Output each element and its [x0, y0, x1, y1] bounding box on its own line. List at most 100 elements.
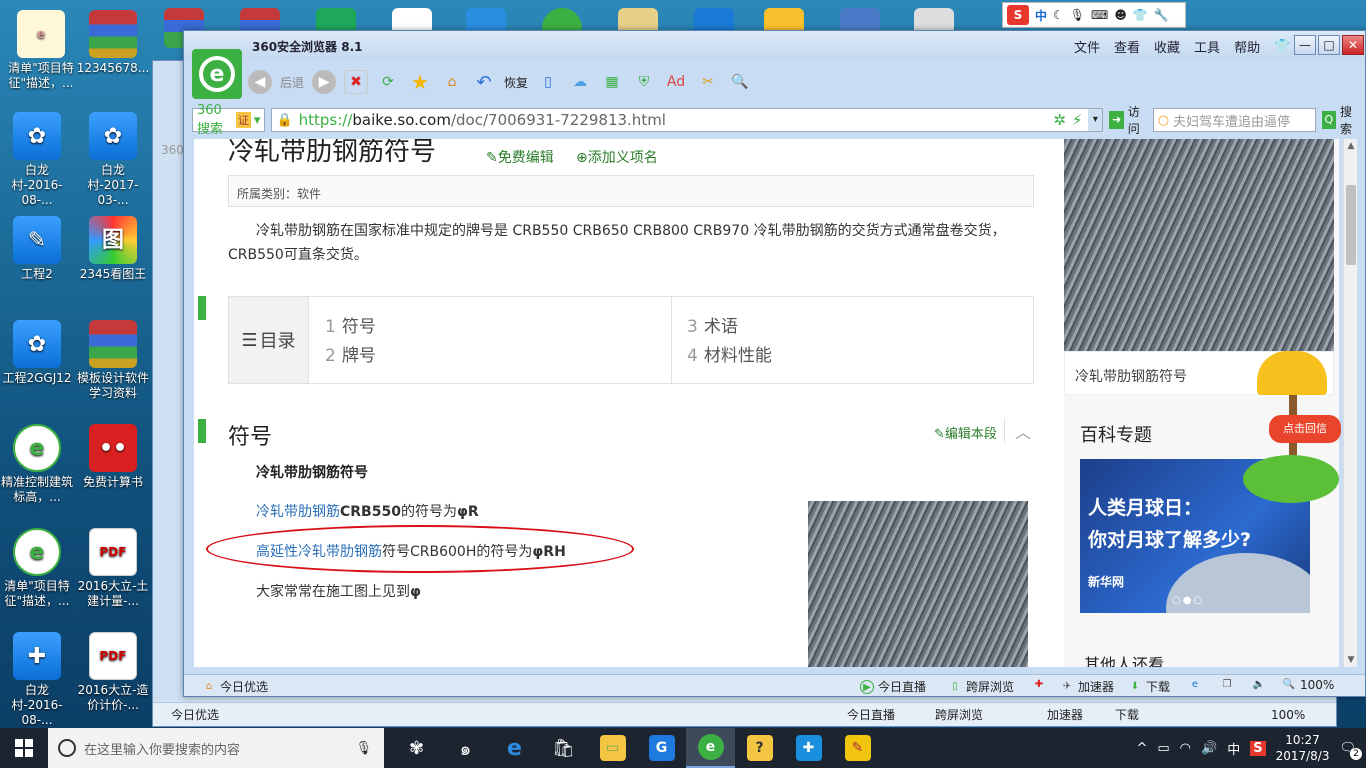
- url-dropdown-icon[interactable]: ▾: [1088, 109, 1103, 131]
- lightning-icon[interactable]: ⚡: [1072, 111, 1083, 129]
- moon-icon[interactable]: ☾: [1053, 8, 1064, 22]
- desktop-icon-viewer[interactable]: 图 2345看图王: [76, 216, 150, 282]
- carousel-dots[interactable]: ○●○: [1172, 595, 1204, 606]
- sidebar-rebar-photo[interactable]: [1064, 139, 1334, 351]
- visit-button[interactable]: ➜ 访问: [1109, 105, 1146, 136]
- collapse-chevron-icon[interactable]: ︿: [1004, 419, 1031, 443]
- desktop-icon-doc-1[interactable]: e 清单"项目特征"描述，...: [4, 10, 78, 91]
- undo-icon[interactable]: ↶: [472, 70, 496, 94]
- taskbar-help-icon[interactable]: ?: [735, 728, 784, 768]
- desktop-icon-pdf-2[interactable]: PDF 2016大立-造价计价-...: [76, 632, 150, 713]
- network-icon[interactable]: ▭: [1157, 741, 1169, 756]
- search-engine-selector[interactable]: 360搜索 证 ▾: [192, 103, 266, 137]
- status-today-pick[interactable]: 今日优选: [171, 706, 219, 723]
- status-cross-screen[interactable]: ▯ 跨屏浏览: [948, 678, 1014, 695]
- status-download[interactable]: 下载: [1115, 706, 1139, 723]
- wrench-icon[interactable]: 🔧: [1154, 8, 1169, 22]
- toc-item[interactable]: 1 符号: [325, 313, 376, 342]
- desktop-icon-pdf-1[interactable]: PDF 2016大立-土建计量-...: [76, 528, 150, 609]
- mailbox-widget[interactable]: 点击回信: [1239, 351, 1349, 521]
- status-cross-screen[interactable]: 跨屏浏览: [935, 706, 983, 723]
- desktop-icon-html-1[interactable]: e 精准控制建筑标高，...: [0, 424, 74, 505]
- pdf-tool-icon[interactable]: Ad: [664, 70, 688, 94]
- status-accelerator[interactable]: ✈ 加速器: [1060, 678, 1114, 695]
- desktop-icon-project-3[interactable]: ✎ 工程2: [0, 216, 74, 282]
- url-bar[interactable]: 🔒 https://baike.so.com/doc/7006931-72298…: [271, 108, 1104, 132]
- apps-grid-icon[interactable]: ▦: [600, 70, 624, 94]
- start-button[interactable]: [0, 728, 48, 768]
- vertical-scrollbar[interactable]: ▲ ▼: [1343, 139, 1357, 667]
- phone-icon[interactable]: ▯: [536, 70, 560, 94]
- taskbar-360-browser-icon[interactable]: e: [686, 728, 735, 768]
- search-input[interactable]: ○ 夫妇驾车遭追由逼停: [1152, 108, 1316, 132]
- zoom-tool-icon[interactable]: 🔍: [728, 70, 752, 94]
- stop-icon[interactable]: ✖: [344, 70, 369, 94]
- desktop-icon-project-5[interactable]: ✚ 白龙村-2016-08-...: [0, 632, 74, 728]
- back-button[interactable]: 后退: [280, 74, 304, 91]
- taskbar-edge-icon[interactable]: e: [490, 728, 539, 768]
- forward-arrow-icon[interactable]: ▶: [312, 70, 337, 94]
- taskbar-explorer-icon[interactable]: ▭: [588, 728, 637, 768]
- menu-help[interactable]: 帮助: [1234, 37, 1260, 56]
- mic-icon[interactable]: 🎙: [355, 741, 372, 756]
- toc-item[interactable]: 2 牌号: [325, 342, 376, 371]
- chevron-up-icon[interactable]: ^: [1136, 741, 1147, 756]
- back-arrow-icon[interactable]: ◀: [248, 70, 272, 94]
- add-meaning-link[interactable]: ⊕添加义项名: [576, 147, 658, 167]
- scroll-up-icon[interactable]: ▲: [1345, 141, 1357, 151]
- cloud-icon[interactable]: ☁: [568, 70, 592, 94]
- restore-button[interactable]: 恢复: [504, 74, 528, 91]
- status-sound[interactable]: 🔈: [1252, 678, 1266, 692]
- scroll-thumb[interactable]: [1346, 185, 1356, 265]
- wifi-icon[interactable]: ◠: [1180, 741, 1191, 756]
- taskbar-search-box[interactable]: 在这里输入你要搜索的内容 🎙: [48, 728, 384, 768]
- volume-icon[interactable]: 🔊: [1201, 741, 1217, 756]
- minimize-button[interactable]: —: [1294, 35, 1316, 55]
- status-download[interactable]: ⬇ 下载: [1128, 678, 1170, 695]
- toc-item[interactable]: 3 术语: [687, 313, 772, 342]
- menu-view[interactable]: 查看: [1114, 37, 1140, 56]
- menu-file[interactable]: 文件: [1074, 37, 1100, 56]
- rebar-photo[interactable]: [808, 501, 1028, 667]
- shirt-icon[interactable]: 👕: [1133, 8, 1148, 22]
- edit-section-link[interactable]: ✎编辑本段: [934, 423, 997, 442]
- desktop-icon-rar-1[interactable]: 12345678...: [76, 10, 150, 76]
- home-icon[interactable]: ⌂: [440, 70, 464, 94]
- rebar-link[interactable]: 冷轧带肋钢筋: [256, 504, 340, 520]
- screenshot-icon[interactable]: ✂: [696, 70, 720, 94]
- taskbar-g-icon[interactable]: G: [637, 728, 686, 768]
- keyboard-icon[interactable]: ⌨: [1091, 8, 1108, 22]
- person-icon[interactable]: ☻: [1114, 8, 1127, 22]
- desktop-icon-html-2[interactable]: e 清单"项目特征"描述，...: [0, 528, 74, 609]
- status-today-pick[interactable]: ⌂ 今日优选: [202, 678, 268, 695]
- ime-language[interactable]: 中: [1035, 7, 1047, 24]
- shield-icon[interactable]: ⛨: [632, 70, 656, 94]
- status-live[interactable]: ▶ 今日直播: [860, 678, 926, 695]
- taskbar-pinwheel-icon[interactable]: ✾: [392, 728, 441, 768]
- status-live[interactable]: 今日直播: [847, 706, 895, 723]
- favorite-star-icon[interactable]: ★: [408, 70, 432, 94]
- taskbar-glodon-icon[interactable]: ✚: [784, 728, 833, 768]
- shirt-icon[interactable]: 👕: [1274, 39, 1290, 54]
- status-zoom[interactable]: 100%: [1271, 708, 1305, 722]
- taskbar-swirl-icon[interactable]: ๑: [441, 728, 490, 768]
- close-button[interactable]: ✕: [1342, 35, 1364, 55]
- maximize-button[interactable]: □: [1318, 35, 1340, 55]
- desktop-icon-calc[interactable]: •• 免费计算书: [76, 424, 150, 490]
- toc-item[interactable]: 4 材料性能: [687, 342, 772, 371]
- status-window[interactable]: ❐: [1220, 678, 1234, 692]
- taskbar-notes-icon[interactable]: ✎: [833, 728, 882, 768]
- refresh-icon[interactable]: ⟳: [376, 70, 400, 94]
- desktop-icon-project-2[interactable]: ✿ 白龙村-2017-03-...: [76, 112, 150, 208]
- status-ie[interactable]: e: [1188, 678, 1202, 692]
- taskbar-store-icon[interactable]: 🛍: [539, 728, 588, 768]
- desktop-icon-project-1[interactable]: ✿ 白龙村-2016-08-...: [0, 112, 74, 208]
- status-plus[interactable]: ✚: [1032, 678, 1046, 692]
- menu-favorites[interactable]: 收藏: [1154, 37, 1180, 56]
- desktop-icon-project-4[interactable]: ✿ 工程2GGJ12: [0, 320, 74, 386]
- mic-icon[interactable]: 🎙: [1070, 8, 1085, 22]
- menu-tools[interactable]: 工具: [1194, 37, 1220, 56]
- ime-toolbar[interactable]: S 中 ☾ 🎙 ⌨ ☻ 👕 🔧: [1002, 2, 1186, 28]
- sogou-tray-icon[interactable]: S: [1250, 740, 1266, 756]
- ime-indicator[interactable]: 中: [1227, 739, 1240, 758]
